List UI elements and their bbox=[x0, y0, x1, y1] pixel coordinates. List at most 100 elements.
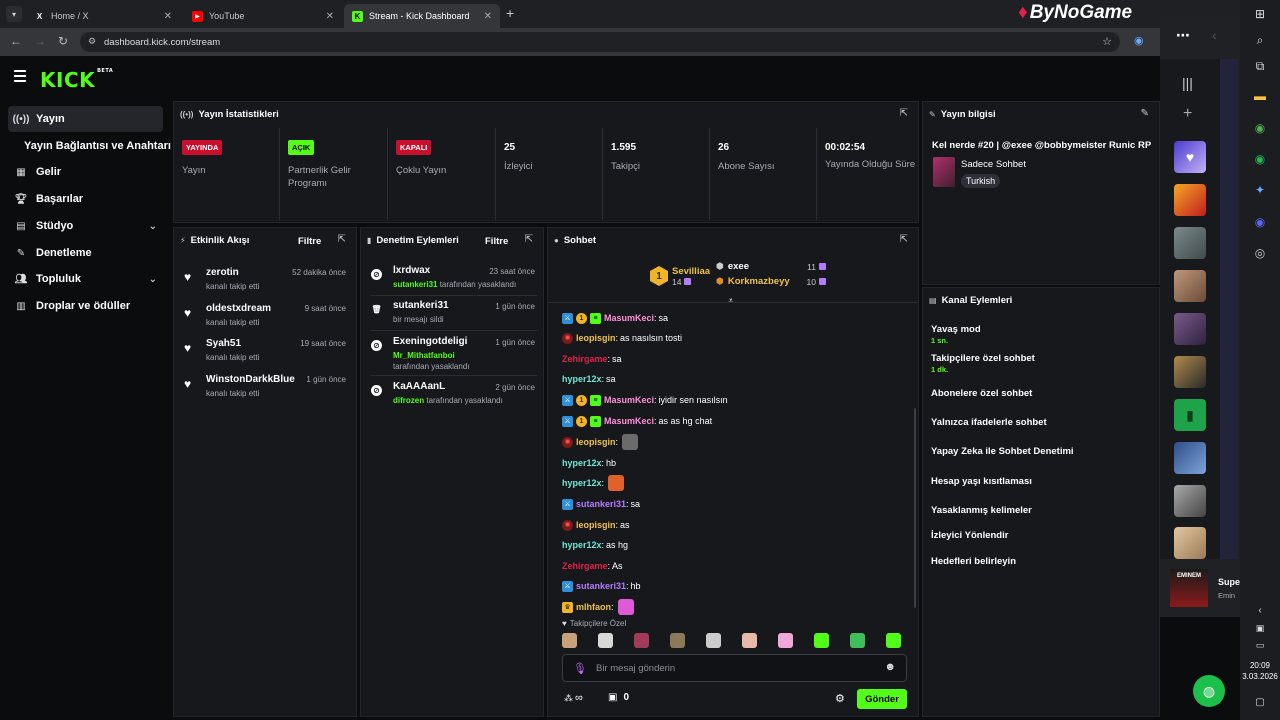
chrome-icon[interactable]: ◉ bbox=[1252, 120, 1268, 136]
chat-username[interactable]: MasumKeci bbox=[604, 416, 654, 426]
playlist-cover-7[interactable] bbox=[1174, 442, 1206, 474]
emote-option[interactable] bbox=[670, 633, 685, 648]
chat-username[interactable]: hyper12x bbox=[562, 458, 602, 468]
chat-username[interactable]: Zehirgame bbox=[562, 561, 608, 571]
tab-list-button[interactable]: ▾ bbox=[6, 6, 22, 22]
sidebar-item-denetleme[interactable]: ✎ Denetleme bbox=[8, 240, 163, 266]
chat-username[interactable]: hyper12x bbox=[562, 540, 602, 550]
close-tab-icon[interactable]: ✕ bbox=[164, 11, 172, 22]
task-view-icon[interactable]: ⧉ bbox=[1252, 58, 1268, 74]
playlist-cover-4[interactable] bbox=[1174, 313, 1206, 345]
chat-username[interactable]: mlhfaon bbox=[576, 602, 611, 612]
chat-username[interactable]: leopisgin bbox=[576, 437, 616, 447]
tab-home-x[interactable]: X Home / X ✕ bbox=[26, 4, 180, 28]
emote-option[interactable] bbox=[634, 633, 649, 648]
emote-option[interactable] bbox=[778, 633, 793, 648]
chat-username[interactable]: sutankeri31 bbox=[576, 499, 626, 509]
chat-username[interactable]: Zehirgame bbox=[562, 354, 608, 364]
popout-icon[interactable]: ⇱ bbox=[900, 234, 908, 245]
address-bar[interactable]: ⚙ dashboard.kick.com/stream ☆ bbox=[80, 32, 1120, 52]
chat-username[interactable]: leopisgin bbox=[576, 333, 616, 343]
chat-username[interactable]: leopisgin bbox=[576, 520, 616, 530]
playlist-cover-2[interactable] bbox=[1174, 227, 1206, 259]
windows-start-icon[interactable]: ⊞ bbox=[1252, 6, 1268, 22]
emote-option[interactable] bbox=[706, 633, 721, 648]
tab-youtube[interactable]: ▶ YouTube ✕ bbox=[184, 4, 342, 28]
channel-action-item[interactable]: Hesap yaşı kısıtlaması bbox=[931, 476, 1032, 487]
playlist-cover-5[interactable] bbox=[1174, 356, 1206, 388]
playlist-cover-8[interactable] bbox=[1174, 485, 1206, 517]
filter-button[interactable]: Filtre bbox=[298, 236, 321, 247]
chat-username[interactable]: sutankeri31 bbox=[576, 581, 626, 591]
display-icon[interactable]: ▭ bbox=[1252, 637, 1268, 653]
chat-settings-gear-icon[interactable]: ⚙ bbox=[835, 692, 845, 705]
playlist-cover-1[interactable] bbox=[1174, 184, 1206, 216]
emote-option[interactable] bbox=[598, 633, 613, 648]
points-indicator[interactable]: ⁂ ∞ bbox=[564, 692, 583, 704]
close-tab-icon[interactable]: ✕ bbox=[484, 11, 492, 22]
top-gifter-1[interactable]: 1 Sevilliaa 14 bbox=[650, 262, 710, 290]
playlist-cover-3[interactable] bbox=[1174, 270, 1206, 302]
file-explorer-icon[interactable]: ▬ bbox=[1252, 88, 1268, 104]
hamburger-menu-icon[interactable] bbox=[14, 70, 26, 82]
emote-option[interactable] bbox=[562, 633, 577, 648]
bookmark-star-icon[interactable]: ☆ bbox=[1102, 35, 1112, 48]
chevron-up-icon[interactable]: ‹ bbox=[1252, 602, 1268, 618]
add-icon[interactable]: + bbox=[1183, 105, 1192, 123]
filter-button[interactable]: Filtre bbox=[485, 236, 508, 247]
emote-option[interactable] bbox=[886, 633, 901, 648]
sidebar-item-basarilar[interactable]: 🏆︎ Başarılar bbox=[8, 186, 163, 212]
chevron-down-icon[interactable]: ⌄ bbox=[149, 221, 157, 232]
sidebar-item-topluluk[interactable]: 👥︎ Topluluk ⌄ bbox=[8, 266, 163, 292]
reload-icon[interactable]: ↻ bbox=[58, 34, 68, 48]
emote-option[interactable] bbox=[814, 633, 829, 648]
forward-icon[interactable]: → bbox=[34, 34, 46, 48]
microphone-icon[interactable]: 🎙︎ bbox=[573, 662, 587, 675]
tab-kick-dashboard[interactable]: K Stream - Kick Dashboard ✕ bbox=[344, 4, 500, 28]
new-tab-button[interactable]: + bbox=[506, 5, 514, 21]
popout-icon[interactable]: ⇱ bbox=[525, 234, 533, 245]
discord-icon[interactable]: ◉ bbox=[1252, 214, 1268, 230]
close-tab-icon[interactable]: ✕ bbox=[326, 11, 334, 22]
sidebar-item-yayin[interactable]: ((•)) Yayın bbox=[8, 106, 163, 132]
channel-action-item[interactable]: Takipçilere özel sohbet bbox=[931, 353, 1035, 364]
support-chat-button[interactable]: ◍ bbox=[1193, 675, 1225, 707]
chat-username[interactable]: MasumKeci bbox=[604, 395, 654, 405]
site-info-icon[interactable]: ⚙ bbox=[88, 36, 96, 47]
chat-scrollbar[interactable] bbox=[914, 408, 916, 608]
back-icon[interactable]: ← bbox=[10, 34, 22, 48]
emote-option[interactable] bbox=[742, 633, 757, 648]
clock[interactable]: 20:09 3.03.2026 bbox=[1240, 660, 1280, 682]
sidebar-item-stream-key[interactable]: Yayın Bağlantısı ve Anahtarı bbox=[8, 133, 173, 159]
spotify-icon[interactable]: ◉ bbox=[1252, 151, 1268, 167]
chevron-down-icon[interactable]: ⌄ bbox=[149, 274, 157, 285]
popout-icon[interactable]: ⇱ bbox=[900, 108, 908, 119]
playlist-cover-9[interactable] bbox=[1174, 527, 1206, 559]
network-app-icon[interactable]: ✦ bbox=[1252, 182, 1268, 198]
camera-icon[interactable]: ▣ bbox=[1252, 620, 1268, 636]
channel-action-item[interactable]: Hedefleri belirleyin bbox=[931, 556, 1016, 567]
search-icon[interactable]: ⌕ bbox=[1252, 32, 1268, 48]
channel-action-item[interactable]: Yavaş mod bbox=[931, 324, 981, 335]
chat-username[interactable]: MasumKeci bbox=[604, 313, 654, 323]
now-playing[interactable]: EMINEM Supe Emin bbox=[1170, 569, 1240, 609]
library-icon[interactable]: ||| bbox=[1182, 75, 1193, 91]
back-icon[interactable]: ‹ bbox=[1212, 27, 1217, 43]
edit-icon[interactable]: ✎ bbox=[1141, 108, 1149, 119]
sidebar-item-studyo[interactable]: ▤ Stüdyo ⌄ bbox=[8, 213, 163, 239]
liked-songs-icon[interactable]: ♥ bbox=[1174, 141, 1206, 173]
more-options-icon[interactable]: ⋯ bbox=[1176, 27, 1190, 44]
emoji-picker-icon[interactable]: ☻ bbox=[884, 661, 896, 673]
emote-option[interactable] bbox=[850, 633, 865, 648]
extension-icon[interactable]: ◉ bbox=[1134, 34, 1144, 47]
channel-action-item[interactable]: Abonelere özel sohbet bbox=[931, 388, 1032, 399]
sidebar-item-gelir[interactable]: ▦ Gelir bbox=[8, 159, 163, 185]
chat-username[interactable]: hyper12x bbox=[562, 478, 602, 488]
gift-counter[interactable]: ▣ 0 bbox=[608, 692, 629, 703]
recording-icon[interactable]: ◎ bbox=[1252, 245, 1268, 261]
playlist-cover-6[interactable]: ▮ bbox=[1174, 399, 1206, 431]
sidebar-item-droplar[interactable]: ▥ Droplar ve ödüller bbox=[8, 293, 163, 319]
channel-action-item[interactable]: Yasaklanmış kelimeler bbox=[931, 505, 1032, 516]
channel-action-item[interactable]: Yapay Zeka ile Sohbet Denetimi bbox=[931, 446, 1074, 457]
popout-icon[interactable]: ⇱ bbox=[338, 234, 346, 245]
